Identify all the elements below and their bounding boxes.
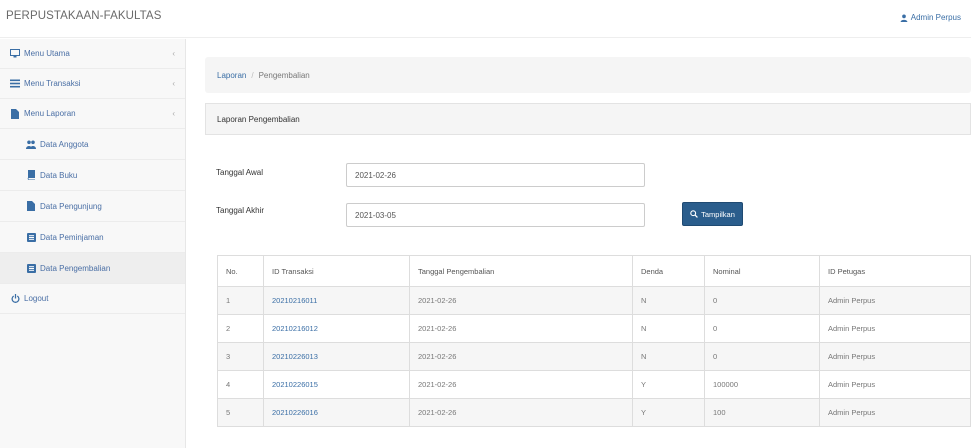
table-row: 4 20210226015 2021-02-26 Y 100000 Admin … bbox=[217, 370, 971, 399]
sidebar-item-menu-utama[interactable]: Menu Utama ‹ bbox=[0, 39, 185, 69]
transaction-id-link[interactable]: 20210226016 bbox=[263, 398, 410, 427]
end-date-label: Tanggal Akhir bbox=[216, 206, 265, 215]
end-date-input[interactable] bbox=[346, 203, 645, 227]
sidebar-item-label: Data Buku bbox=[40, 170, 78, 180]
transaction-id-link[interactable]: 20210216012 bbox=[263, 314, 410, 343]
table-cell: 2021-02-26 bbox=[409, 398, 633, 427]
list-alt-icon bbox=[26, 232, 36, 242]
top-navbar: PERPUSTAKAAN-FAKULTAS Admin Perpus bbox=[0, 0, 971, 38]
panel-title: Laporan Pengembalian bbox=[217, 114, 300, 124]
sidebar-item-data-peminjaman[interactable]: Data Peminjaman bbox=[0, 222, 185, 253]
list-alt-icon bbox=[26, 263, 36, 273]
table-row: 2 20210216012 2021-02-26 N 0 Admin Perpu… bbox=[217, 314, 971, 343]
sidebar: Menu Utama ‹ Menu Transaksi ‹ Menu Lapor… bbox=[0, 39, 186, 448]
table-cell: 0 bbox=[704, 342, 820, 371]
sidebar-item-label: Menu Transaksi bbox=[24, 79, 81, 88]
sidebar-item-label: Data Pengembalian bbox=[40, 263, 111, 273]
sidebar-item-data-anggota[interactable]: Data Anggota bbox=[0, 129, 185, 160]
chevron-left-icon: ‹ bbox=[172, 109, 175, 118]
table-cell: 5 bbox=[217, 398, 264, 427]
show-button-label: Tampilkan bbox=[701, 209, 735, 219]
table-row: 3 20210226013 2021-02-26 N 0 Admin Perpu… bbox=[217, 342, 971, 371]
table-cell: Y bbox=[632, 370, 705, 399]
table-cell: 1 bbox=[217, 286, 264, 315]
table-cell: Admin Perpus bbox=[819, 342, 971, 371]
table-cell: 4 bbox=[217, 370, 264, 399]
user-name: Admin Perpus bbox=[910, 13, 961, 22]
power-icon bbox=[10, 294, 20, 303]
user-menu[interactable]: Admin Perpus bbox=[900, 13, 961, 22]
chevron-left-icon: ‹ bbox=[172, 79, 175, 88]
table-cell: 100 bbox=[704, 398, 820, 427]
column-header[interactable]: Nominal bbox=[704, 255, 820, 287]
table-cell: 0 bbox=[704, 286, 820, 315]
sidebar-item-label: Data Anggota bbox=[40, 139, 89, 149]
file-icon bbox=[10, 108, 20, 119]
sidebar-item-label: Data Pengunjung bbox=[40, 201, 102, 211]
column-header[interactable]: ID Petugas bbox=[819, 255, 971, 287]
table-cell: 3 bbox=[217, 342, 264, 371]
search-icon bbox=[690, 210, 699, 218]
user-icon bbox=[900, 14, 908, 22]
sidebar-item-label: Menu Utama bbox=[24, 49, 70, 58]
start-date-label: Tanggal Awal bbox=[216, 168, 263, 177]
table-cell: 0 bbox=[704, 314, 820, 343]
panel-heading: Laporan Pengembalian bbox=[205, 103, 971, 135]
transaction-id-link[interactable]: 20210226013 bbox=[263, 342, 410, 371]
transaction-id-link[interactable]: 20210226015 bbox=[263, 370, 410, 399]
table-cell: Admin Perpus bbox=[819, 286, 971, 315]
table-cell: N bbox=[632, 342, 705, 371]
book-icon bbox=[26, 170, 36, 180]
chevron-left-icon: ‹ bbox=[172, 49, 175, 58]
desktop-icon bbox=[10, 49, 20, 58]
breadcrumb: Laporan / Pengembalian bbox=[205, 57, 971, 93]
table-row: 5 20210226016 2021-02-26 Y 100 Admin Per… bbox=[217, 398, 971, 427]
table-cell: 2 bbox=[217, 314, 264, 343]
table-cell: Y bbox=[632, 398, 705, 427]
table-cell: Admin Perpus bbox=[819, 370, 971, 399]
column-header[interactable]: ID Transaksi bbox=[263, 255, 410, 287]
table-header-row: No. ID Transaksi Tanggal Pengembalian De… bbox=[217, 255, 971, 287]
file-icon bbox=[26, 201, 36, 211]
table-cell: 2021-02-26 bbox=[409, 342, 633, 371]
breadcrumb-current: Pengembalian bbox=[258, 70, 310, 80]
transaction-id-link[interactable]: 20210216011 bbox=[263, 286, 410, 315]
users-icon bbox=[26, 140, 36, 149]
column-header[interactable]: Denda bbox=[632, 255, 705, 287]
sidebar-item-menu-transaksi[interactable]: Menu Transaksi ‹ bbox=[0, 69, 185, 99]
column-header[interactable]: No. bbox=[217, 255, 264, 287]
show-button[interactable]: Tampilkan bbox=[682, 202, 743, 226]
table-row: 1 20210216011 2021-02-26 N 0 Admin Perpu… bbox=[217, 286, 971, 315]
table-cell: N bbox=[632, 286, 705, 315]
table-cell: Admin Perpus bbox=[819, 398, 971, 427]
sidebar-item-data-pengembalian[interactable]: Data Pengembalian bbox=[0, 253, 185, 284]
list-icon bbox=[10, 79, 20, 88]
table-cell: Admin Perpus bbox=[819, 314, 971, 343]
table-cell: 2021-02-26 bbox=[409, 370, 633, 399]
sidebar-item-label: Logout bbox=[24, 294, 49, 303]
sidebar-item-menu-laporan[interactable]: Menu Laporan ‹ bbox=[0, 99, 185, 129]
sidebar-item-data-pengunjung[interactable]: Data Pengunjung bbox=[0, 191, 185, 222]
app-brand[interactable]: PERPUSTAKAAN-FAKULTAS bbox=[6, 10, 161, 22]
breadcrumb-separator: / bbox=[251, 70, 254, 80]
start-date-input[interactable] bbox=[346, 163, 645, 187]
table-cell: 2021-02-26 bbox=[409, 286, 633, 315]
report-table: No. ID Transaksi Tanggal Pengembalian De… bbox=[217, 255, 971, 427]
column-header[interactable]: Tanggal Pengembalian bbox=[409, 255, 633, 287]
sidebar-item-label: Data Peminjaman bbox=[40, 232, 104, 242]
sidebar-item-data-buku[interactable]: Data Buku bbox=[0, 160, 185, 191]
sidebar-item-logout[interactable]: Logout bbox=[0, 284, 185, 314]
table-cell: 100000 bbox=[704, 370, 820, 399]
sidebar-item-label: Menu Laporan bbox=[24, 109, 76, 118]
table-cell: N bbox=[632, 314, 705, 343]
breadcrumb-link-laporan[interactable]: Laporan bbox=[217, 71, 246, 80]
table-cell: 2021-02-26 bbox=[409, 314, 633, 343]
